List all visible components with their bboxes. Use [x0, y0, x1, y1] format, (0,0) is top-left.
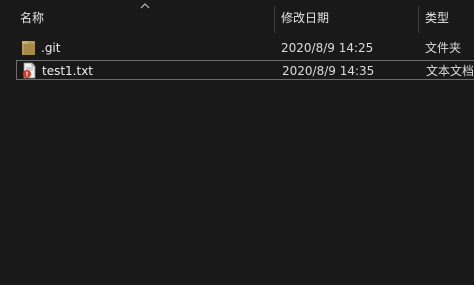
text-file-icon — [23, 62, 36, 79]
column-divider-date-type[interactable] — [418, 6, 419, 33]
folder-icon — [22, 41, 35, 55]
file-type: 文件夹 — [425, 41, 462, 55]
column-header-date-label: 修改日期 — [281, 11, 330, 25]
column-header-date[interactable]: 修改日期 — [281, 0, 416, 35]
file-name: test1.txt — [42, 64, 94, 78]
file-modified-date: 2020/8/9 14:35 — [282, 64, 375, 78]
column-header-bar: 名称 修改日期 类型 — [0, 0, 474, 35]
sort-ascending-icon — [140, 3, 150, 9]
file-name: .git — [41, 41, 61, 55]
column-divider-name-date[interactable] — [274, 6, 275, 33]
file-row-git[interactable]: .git 2020/8/9 14:25 文件夹 — [16, 38, 474, 58]
column-header-type[interactable]: 类型 — [425, 0, 474, 35]
file-list-pane: 名称 修改日期 类型 .git 2020/8/9 14:25 文件夹 test1… — [0, 0, 474, 285]
column-header-type-label: 类型 — [425, 11, 450, 25]
file-type: 文本文档 — [426, 64, 474, 78]
file-modified-date: 2020/8/9 14:25 — [281, 41, 374, 55]
column-header-name-label: 名称 — [20, 11, 45, 25]
file-row-test1-txt[interactable]: test1.txt 2020/8/9 14:35 文本文档 — [16, 60, 474, 80]
